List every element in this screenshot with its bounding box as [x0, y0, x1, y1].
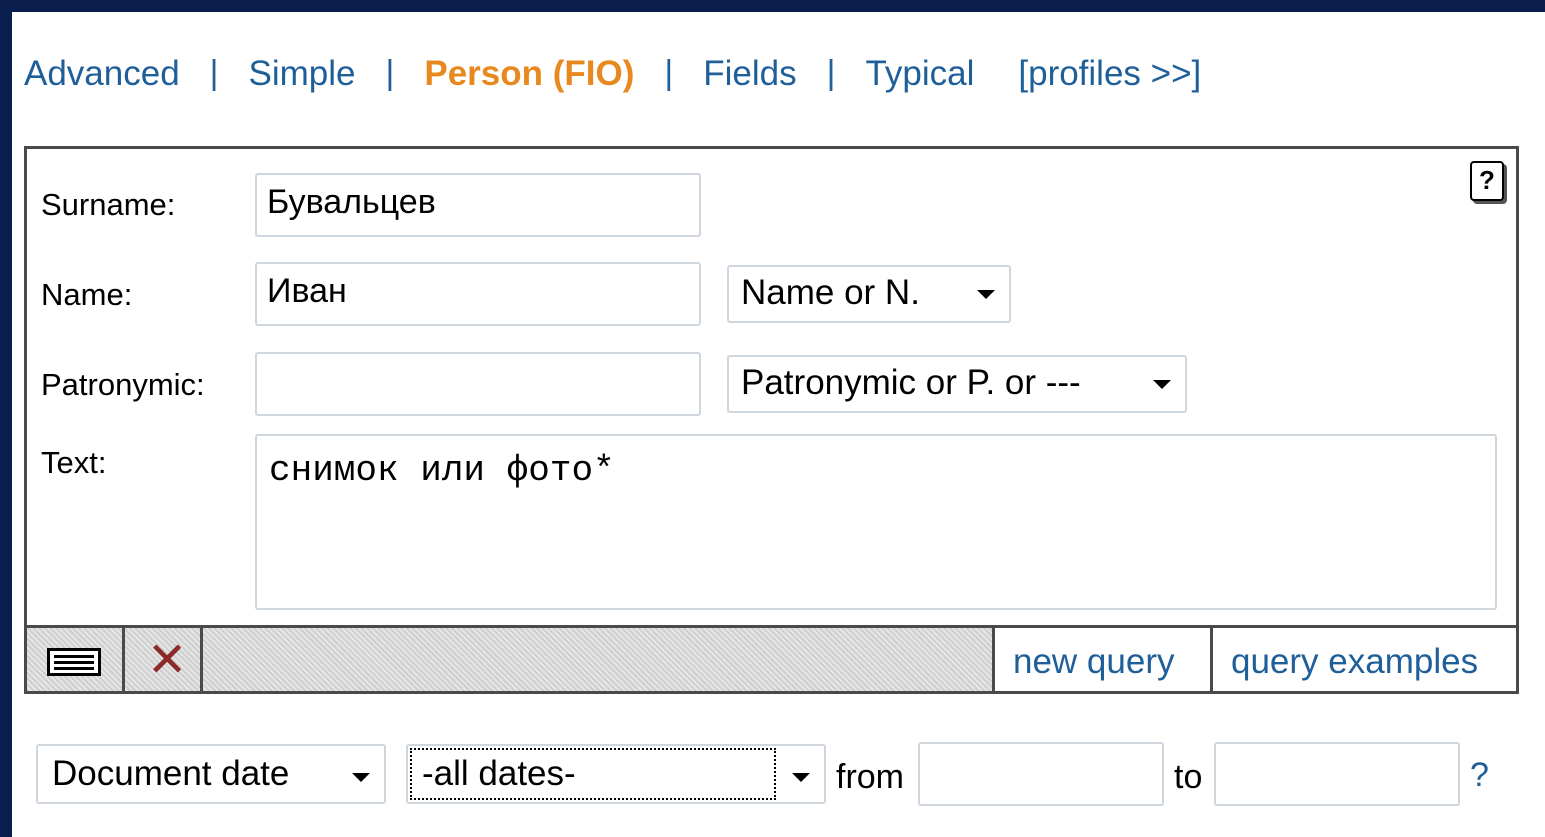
- patronymic-input[interactable]: [255, 352, 701, 416]
- tab-separator: |: [826, 54, 836, 93]
- date-help-link[interactable]: ?: [1470, 756, 1489, 795]
- query-examples-cell: query examples: [1213, 628, 1516, 691]
- name-mode-select[interactable]: Name or N.: [727, 265, 1011, 323]
- close-icon: ✕: [147, 632, 188, 688]
- date-from-input[interactable]: [918, 742, 1164, 806]
- tab-fields[interactable]: Fields: [703, 54, 796, 94]
- tab-person-fio[interactable]: Person (FIO): [424, 54, 634, 94]
- search-mode-tabs: Advanced | Simple | Person (FIO) | Fields | Typi…: [24, 52, 1201, 98]
- chevron-down-icon: [977, 290, 995, 299]
- text-query-textarea[interactable]: снимок или фото*: [255, 434, 1497, 610]
- keyboard-button[interactable]: [27, 628, 125, 691]
- name-mode-value: Name or N.: [741, 273, 920, 312]
- surname-label: Surname:: [41, 187, 176, 222]
- keyboard-icon: [47, 648, 101, 676]
- surname-input[interactable]: Бувальцев: [255, 173, 701, 237]
- patronymic-label: Patronymic:: [41, 367, 205, 402]
- toolbar-spacer: [203, 628, 995, 691]
- new-query-link[interactable]: new query: [1013, 642, 1174, 682]
- tab-separator: |: [664, 54, 674, 93]
- chevron-down-icon: [352, 773, 370, 782]
- to-label: to: [1174, 758, 1203, 796]
- from-label: from: [836, 758, 904, 796]
- tab-separator: |: [385, 54, 395, 93]
- tab-advanced[interactable]: Advanced: [24, 54, 180, 94]
- date-to-input[interactable]: [1214, 742, 1460, 806]
- patronymic-mode-select[interactable]: Patronymic or P. or ---: [727, 355, 1187, 413]
- tab-typical[interactable]: Typical: [865, 54, 974, 94]
- date-range-select[interactable]: -all dates-: [406, 744, 826, 804]
- person-search-form: ? Surname: Бувальцев Name: Иван Name or …: [24, 146, 1519, 694]
- query-examples-link[interactable]: query examples: [1231, 642, 1478, 682]
- name-label: Name:: [41, 277, 133, 312]
- profiles-link[interactable]: [profiles >>]: [1018, 54, 1201, 94]
- text-label: Text:: [41, 445, 107, 480]
- date-range-focus: -all dates-: [410, 748, 776, 800]
- help-icon[interactable]: ?: [1470, 161, 1504, 201]
- name-input[interactable]: Иван: [255, 262, 701, 326]
- tab-simple[interactable]: Simple: [249, 54, 356, 94]
- clear-button[interactable]: ✕: [125, 628, 203, 691]
- chevron-down-icon: [792, 773, 810, 782]
- chevron-down-icon: [1153, 380, 1171, 389]
- new-query-cell: new query: [995, 628, 1213, 691]
- form-toolbar: ✕ new query query examples: [27, 625, 1516, 691]
- tab-separator: |: [209, 54, 219, 93]
- date-type-select[interactable]: Document date: [36, 744, 386, 804]
- date-type-value: Document date: [52, 754, 290, 793]
- patronymic-mode-value: Patronymic or P. or ---: [741, 363, 1081, 402]
- date-range-value: -all dates-: [422, 754, 576, 793]
